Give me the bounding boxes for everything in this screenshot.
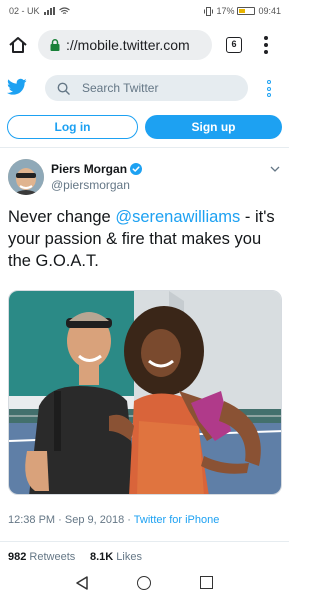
author-name-row[interactable]: Piers Morgan	[51, 162, 143, 176]
likes-label: Likes	[113, 551, 142, 563]
browser-menu-icon[interactable]	[262, 36, 270, 54]
mention-link[interactable]: @serenawilliams	[115, 208, 240, 226]
vibrate-icon	[204, 6, 214, 16]
home-icon[interactable]	[8, 35, 28, 55]
tweet-meta: 12:38 PM · Sep 9, 2018 · Twitter for iPh…	[8, 514, 219, 526]
tweet-text-prefix: Never change	[8, 208, 116, 226]
battery-percent: 17%	[216, 6, 235, 16]
battery-icon	[237, 7, 256, 15]
author-name: Piers Morgan	[51, 162, 128, 176]
tab-switcher-button[interactable]: 6	[226, 37, 242, 53]
lock-icon	[50, 39, 60, 51]
status-bar: 02 - UK 17% 09:41	[0, 0, 289, 22]
more-options-icon[interactable]	[266, 80, 272, 97]
chevron-down-icon[interactable]	[270, 165, 280, 173]
search-placeholder: Search Twitter	[82, 81, 159, 95]
auth-buttons: Log in Sign up	[0, 108, 289, 148]
home-nav-icon[interactable]	[137, 576, 151, 590]
tweet: Piers Morgan @piersmorgan Never change @…	[0, 148, 289, 563]
search-input[interactable]: Search Twitter	[45, 75, 248, 101]
likes-count: 8.1K	[90, 551, 114, 563]
url-text: ://mobile.twitter.com	[66, 37, 190, 53]
tweet-source-link[interactable]: Twitter for iPhone	[134, 514, 220, 526]
retweets-stat[interactable]: 982 Retweets	[8, 551, 75, 563]
back-icon[interactable]	[75, 576, 89, 590]
tweet-photo-image	[9, 291, 281, 494]
signal-icon	[43, 7, 55, 15]
tweet-timestamp[interactable]: 12:38 PM · Sep 9, 2018 ·	[8, 514, 134, 526]
wifi-icon	[58, 7, 70, 14]
avatar[interactable]	[8, 159, 44, 195]
system-nav-bar	[0, 567, 289, 600]
carrier-label: 02 - UK	[9, 6, 40, 16]
retweets-count: 982	[8, 551, 27, 563]
login-button[interactable]: Log in	[7, 115, 138, 139]
signup-button[interactable]: Sign up	[145, 115, 282, 139]
avatar-photo	[8, 159, 44, 195]
likes-stat[interactable]: 8.1K Likes	[90, 551, 142, 563]
address-bar[interactable]: ://mobile.twitter.com	[38, 30, 212, 60]
search-icon	[57, 82, 70, 95]
browser-toolbar: ://mobile.twitter.com 6	[0, 22, 289, 68]
retweets-label: Retweets	[26, 551, 76, 563]
tweet-photo[interactable]	[8, 290, 282, 495]
twitter-header: Search Twitter	[0, 68, 289, 108]
verified-badge-icon	[130, 163, 143, 175]
recent-apps-icon[interactable]	[200, 576, 213, 589]
clock-time: 09:41	[258, 6, 281, 16]
author-handle[interactable]: @piersmorgan	[51, 178, 130, 192]
tweet-text: Never change @serenawilliams - it's your…	[8, 206, 284, 272]
twitter-bird-icon[interactable]	[7, 78, 27, 96]
